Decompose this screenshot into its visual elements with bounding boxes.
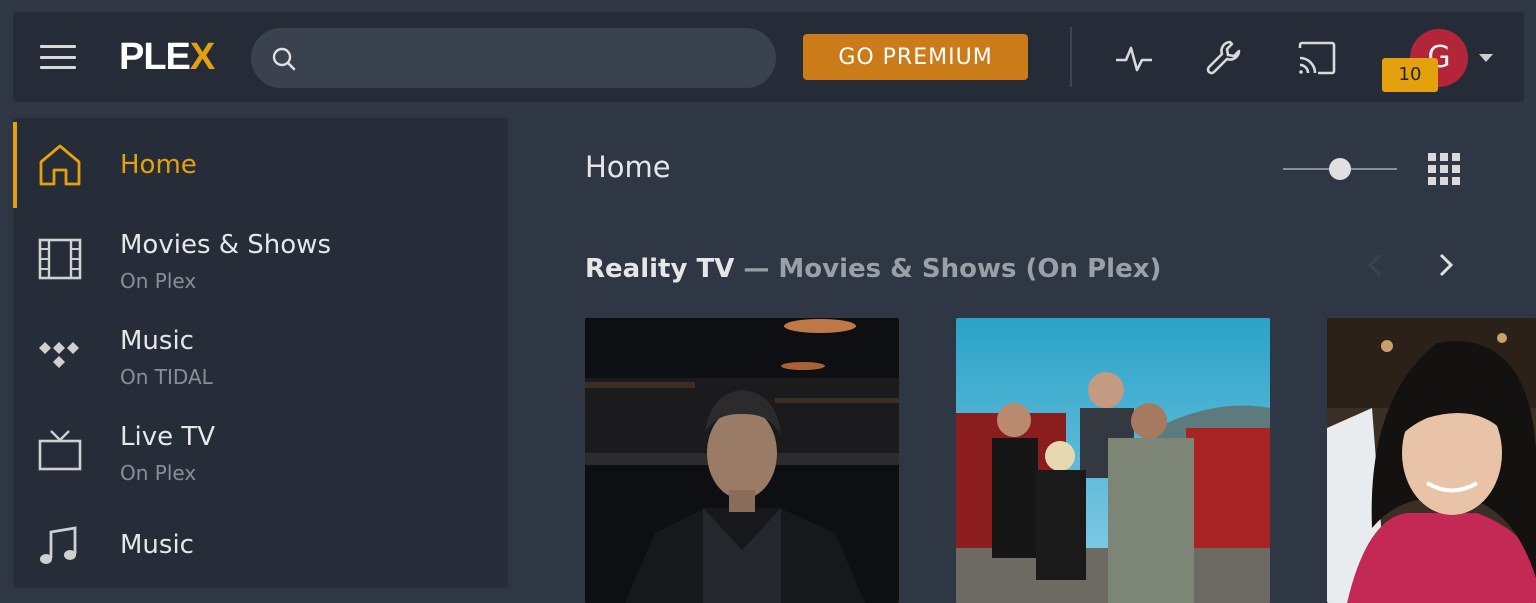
cast-icon[interactable] [1296, 38, 1336, 78]
music-note-icon [40, 526, 77, 564]
search-input[interactable] [309, 38, 749, 78]
sidebar-item-music-tidal[interactable]: Music On TIDAL [13, 312, 508, 404]
section-title-subtitle: Movies & Shows (On Plex) [778, 254, 1162, 284]
sidebar-item-label: Music [120, 530, 194, 560]
poster-card[interactable] [1327, 318, 1536, 603]
slider-thumb[interactable] [1329, 158, 1351, 180]
section-title-separator: — [734, 254, 779, 284]
poster-size-slider[interactable] [1283, 156, 1397, 182]
chevron-right-icon[interactable] [1433, 250, 1461, 280]
activity-icon[interactable] [1114, 38, 1154, 78]
grid-view-icon[interactable] [1428, 153, 1460, 185]
menu-icon[interactable] [40, 45, 76, 69]
sidebar-item-live-tv[interactable]: Live TV On Plex [13, 408, 508, 500]
tidal-icon [39, 342, 79, 368]
top-bar: PLEX GO PREMIUM G 10 [13, 12, 1524, 102]
poster-image [956, 318, 1270, 603]
sidebar-item-sublabel: On Plex [120, 269, 197, 293]
section-title-main: Reality TV [585, 254, 735, 284]
notification-badge: 10 [1382, 58, 1438, 92]
page-title: Home [585, 150, 671, 184]
sidebar-item-sublabel: On Plex [120, 461, 197, 485]
plex-logo[interactable]: PLEX [119, 36, 215, 79]
active-indicator [13, 122, 17, 208]
poster-image [585, 318, 899, 603]
search-bar[interactable] [251, 28, 776, 88]
poster-image [1327, 318, 1536, 603]
go-premium-button[interactable]: GO PREMIUM [803, 34, 1028, 80]
film-icon [38, 238, 82, 280]
sidebar-item-movies-shows[interactable]: Movies & Shows On Plex [13, 216, 508, 308]
sidebar-item-sublabel: On TIDAL [120, 365, 213, 389]
sidebar-item-label: Live TV [120, 422, 216, 452]
sidebar-item-label: Home [120, 150, 197, 180]
toolbar-divider [1070, 27, 1072, 87]
tv-icon [38, 430, 82, 471]
sidebar-item-home[interactable]: Home [13, 118, 508, 212]
poster-card[interactable] [956, 318, 1270, 603]
sidebar-item-label: Music [120, 326, 194, 356]
home-icon [39, 144, 81, 186]
sidebar: Home Movies & Shows On Plex Music On TID… [13, 118, 508, 588]
wrench-icon[interactable] [1204, 38, 1244, 78]
chevron-down-icon[interactable] [1479, 54, 1493, 62]
poster-card[interactable] [585, 318, 899, 603]
chevron-left-icon [1367, 253, 1382, 277]
search-icon [272, 47, 296, 71]
sidebar-item-music[interactable]: Music [13, 504, 508, 588]
sidebar-item-label: Movies & Shows [120, 230, 331, 260]
section-title[interactable]: Reality TV — Movies & Shows (On Plex) [585, 254, 1161, 284]
